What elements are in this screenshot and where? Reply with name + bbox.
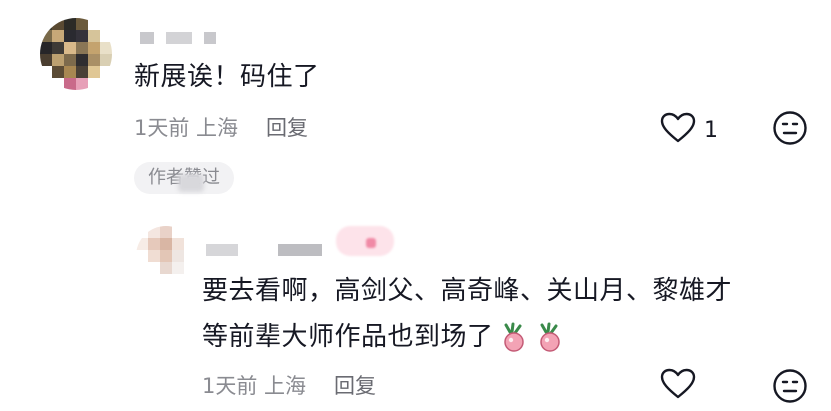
radish-emoji [498, 322, 530, 354]
reply-text-line1: 要去看啊，高剑父、高奇峰、关山月、黎雄才 [202, 276, 733, 306]
radish-emoji [534, 322, 566, 354]
reply-text-line2: 等前辈大师作品也到场了 [202, 322, 494, 352]
heart-outline-icon [660, 368, 696, 404]
reply-reply-button[interactable]: 回复 [334, 370, 376, 400]
commenter-username[interactable] [140, 32, 216, 44]
comment-reply-button[interactable]: 回复 [266, 112, 308, 142]
reply-like-button[interactable] [660, 368, 696, 404]
comment-time-location: 1天前 上海 [134, 116, 239, 140]
reply-dislike-button[interactable] [772, 368, 808, 408]
replier-avatar[interactable] [136, 226, 196, 286]
reply-time-location: 1天前 上海 [202, 374, 307, 398]
reply-text-line2-row: 等前辈大师作品也到场了 [202, 320, 566, 354]
replier-username[interactable] [206, 244, 322, 256]
comment-meta: 1天前 上海 回复 [134, 112, 308, 142]
neutral-face-icon [772, 110, 808, 150]
comment-like-button[interactable]: 1 [660, 112, 718, 148]
replier-badge-blurred [336, 226, 394, 256]
reply-meta: 1天前 上海 回复 [202, 370, 376, 400]
comment-text: 新展诶！码住了 [134, 62, 320, 92]
badge-blur-overlay [178, 174, 204, 192]
comment-like-count: 1 [704, 117, 718, 143]
heart-outline-icon [660, 112, 696, 148]
neutral-face-icon [772, 368, 808, 408]
commenter-avatar[interactable] [40, 18, 112, 90]
comment-dislike-button[interactable] [772, 110, 808, 150]
